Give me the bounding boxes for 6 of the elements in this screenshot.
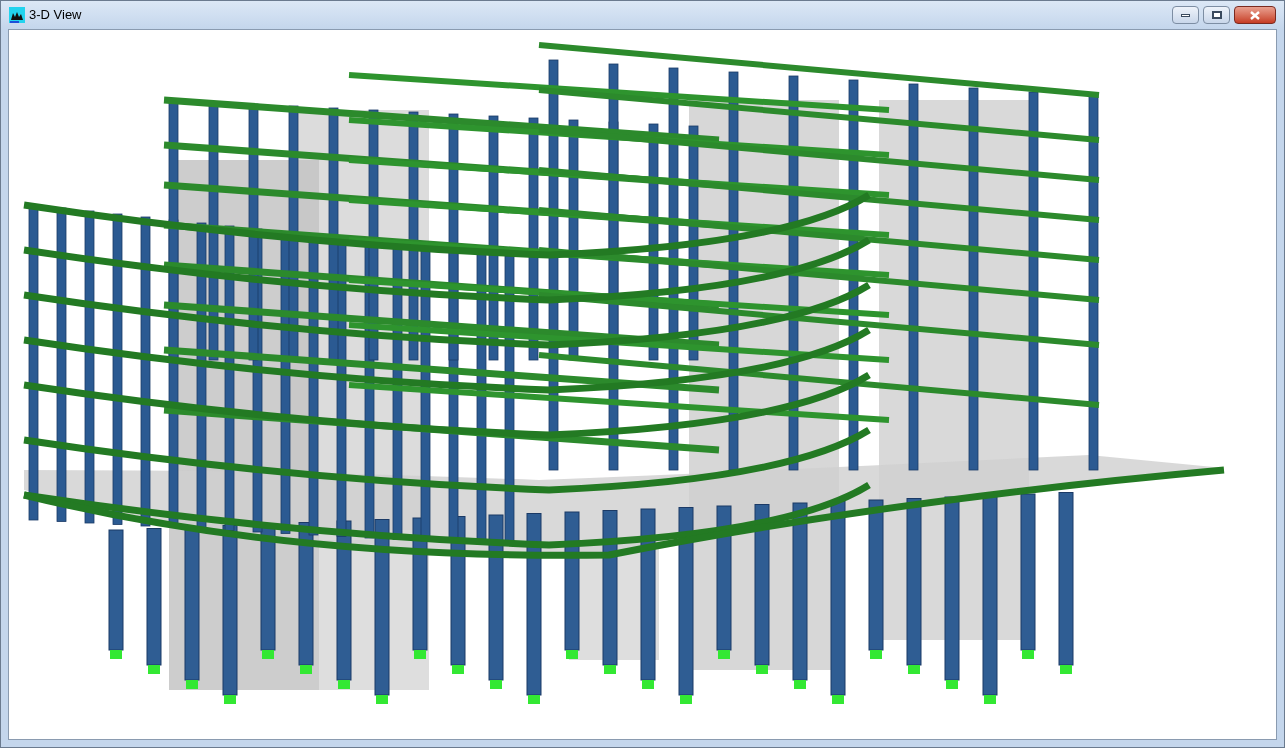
close-button[interactable]: [1234, 6, 1276, 24]
minimize-button[interactable]: [1172, 6, 1199, 24]
app-icon: [9, 7, 25, 23]
maximize-button[interactable]: [1203, 6, 1230, 24]
window-title: 3-D View: [29, 6, 82, 25]
close-icon: [1250, 10, 1260, 20]
